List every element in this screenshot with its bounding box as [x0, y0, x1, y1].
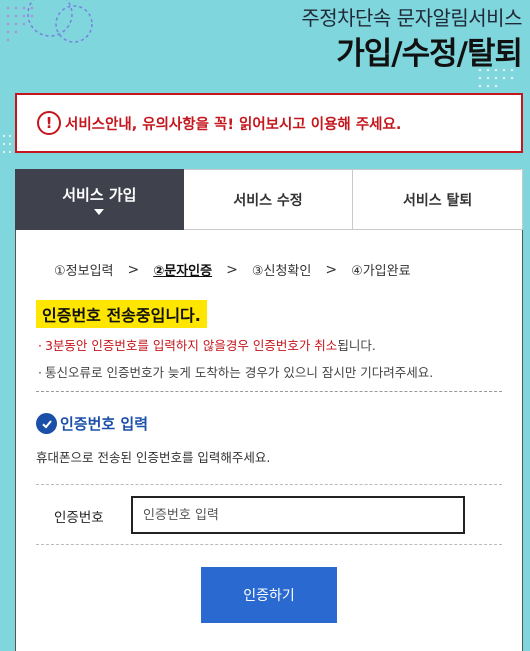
service-tabs: 서비스 가입 서비스 수정 서비스 탈퇴: [15, 169, 524, 230]
decorative-circles: [27, 0, 93, 43]
step-sms-verify: ②문자인증: [153, 264, 213, 279]
chevron-right-icon: >: [127, 261, 140, 278]
delay-notice-text: 통신오류로 인증번호가 늦게 도착하는 경우가 있으니 잠시만 기다려주세요.: [44, 365, 434, 380]
verify-section-title: 인증번호 입력: [36, 413, 148, 434]
delay-notice: · 통신오류로 인증번호가 늦게 도착하는 경우가 있으니 잠시만 기다려주세요.: [38, 362, 433, 381]
notice-banner: ! 서비스안내, 유의사항을 꼭! 읽어보시고 이용해 주세요.: [15, 93, 523, 153]
content-panel: ①정보입력 > ②문자인증 > ③신청확인 > ④가입완료 인증번호 전송중입니…: [15, 230, 523, 651]
chevron-right-icon: >: [325, 261, 338, 278]
timeout-notice-rest: 됩니다.: [337, 338, 376, 353]
notice-text: 서비스안내, 유의사항을 꼭! 읽어보시고 이용해 주세요.: [65, 116, 402, 133]
tab-label: 서비스 수정: [233, 192, 303, 209]
timeout-notice: · 3분동안 인증번호를 입력하지 않을경우 인증번호가 취소됩니다.: [38, 335, 376, 354]
bullet-icon: ·: [38, 338, 42, 353]
step-confirm: ③신청확인: [251, 264, 312, 279]
header-subtitle: 주정차단속 문자알림서비스: [301, 6, 522, 30]
tab-label: 서비스 가입: [62, 186, 137, 204]
sending-status-title: 인증번호 전송중입니다.: [36, 300, 207, 328]
divider: [36, 484, 502, 485]
verification-code-label: 인증번호: [54, 510, 104, 526]
verification-code-input[interactable]: [131, 496, 465, 534]
verify-button[interactable]: 인증하기: [201, 567, 337, 623]
tab-label: 서비스 탈퇴: [403, 192, 473, 209]
bullet-icon: ·: [38, 365, 42, 380]
verify-section-description: 휴대폰으로 전송된 인증번호를 입력해주세요.: [36, 450, 271, 465]
chevron-right-icon: >: [226, 261, 238, 278]
exclamation-circle-icon: !: [37, 111, 61, 135]
tab-active-arrow-icon: [94, 209, 105, 215]
tab-service-join[interactable]: 서비스 가입: [15, 169, 184, 230]
divider: [36, 391, 502, 392]
tab-service-withdraw[interactable]: 서비스 탈퇴: [353, 169, 524, 230]
divider: [36, 544, 502, 545]
step-complete: ④가입완료: [351, 264, 411, 279]
step-info-input: ①정보입력: [54, 264, 114, 279]
timeout-notice-red: 3분동안 인증번호를 입력하지 않을경우 인증번호가 취소: [44, 338, 338, 353]
verify-section-title-text: 인증번호 입력: [60, 415, 149, 433]
tab-service-modify[interactable]: 서비스 수정: [183, 169, 354, 230]
check-circle-icon: [36, 413, 57, 434]
page-title: 가입/수정/탈퇴: [336, 36, 523, 72]
progress-steps: ①정보입력 > ②문자인증 > ③신청확인 > ④가입완료: [54, 260, 411, 280]
